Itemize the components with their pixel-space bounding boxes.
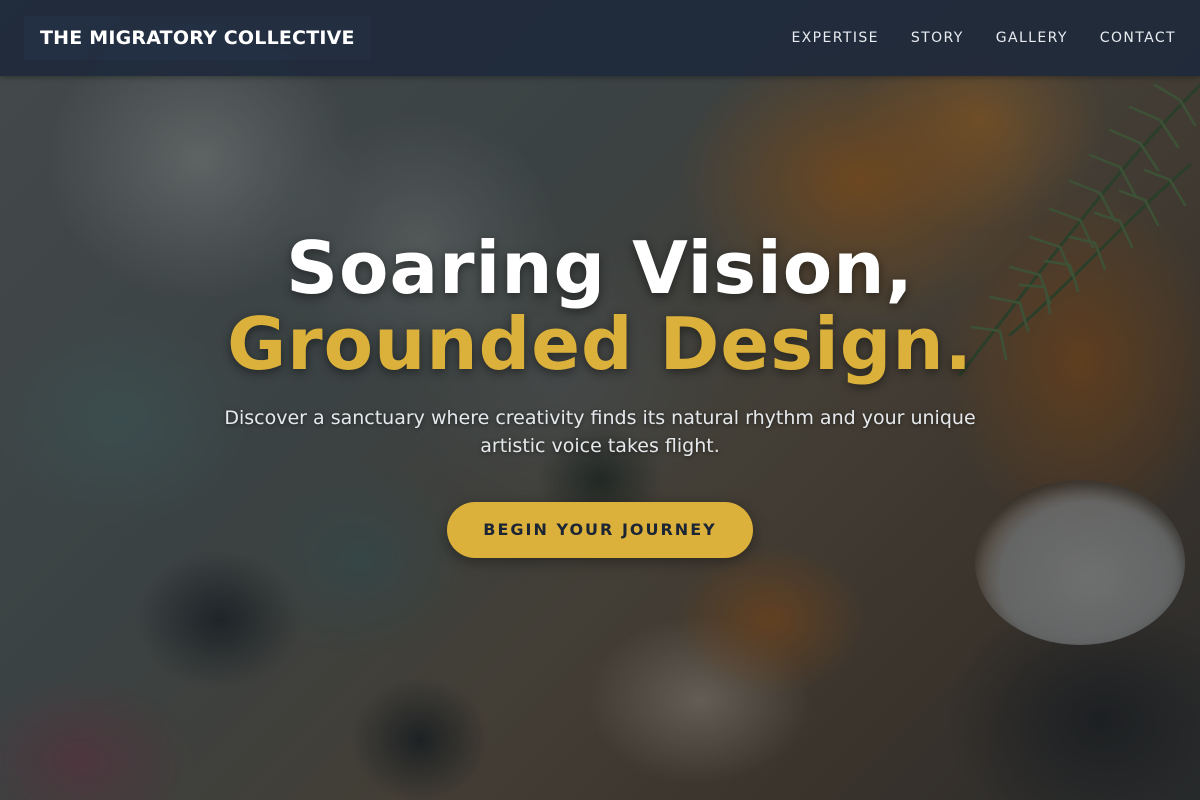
nav-link-contact[interactable]: CONTACT (1100, 30, 1176, 46)
begin-journey-button[interactable]: BEGIN YOUR JOURNEY (447, 502, 753, 558)
headline-line-1: Soaring Vision, (286, 226, 914, 310)
nav-links: EXPERTISE STORY GALLERY CONTACT (759, 0, 1176, 76)
brand-logo-link[interactable]: THE MIGRATORY COLLECTIVE (24, 16, 371, 60)
top-navbar: THE MIGRATORY COLLECTIVE EXPERTISE STORY… (0, 0, 1200, 76)
hero-headline: Soaring Vision, Grounded Design. (0, 232, 1200, 380)
nav-link-gallery[interactable]: GALLERY (996, 30, 1068, 46)
nav-link-expertise[interactable]: EXPERTISE (791, 30, 878, 46)
headline-line-2: Grounded Design. (227, 302, 973, 386)
page: THE MIGRATORY COLLECTIVE EXPERTISE STORY… (0, 0, 1200, 800)
hero-subtitle: Discover a sanctuary where creativity fi… (224, 407, 976, 457)
hero-section: Soaring Vision, Grounded Design. Discove… (0, 232, 1200, 558)
nav-link-story[interactable]: STORY (911, 30, 964, 46)
